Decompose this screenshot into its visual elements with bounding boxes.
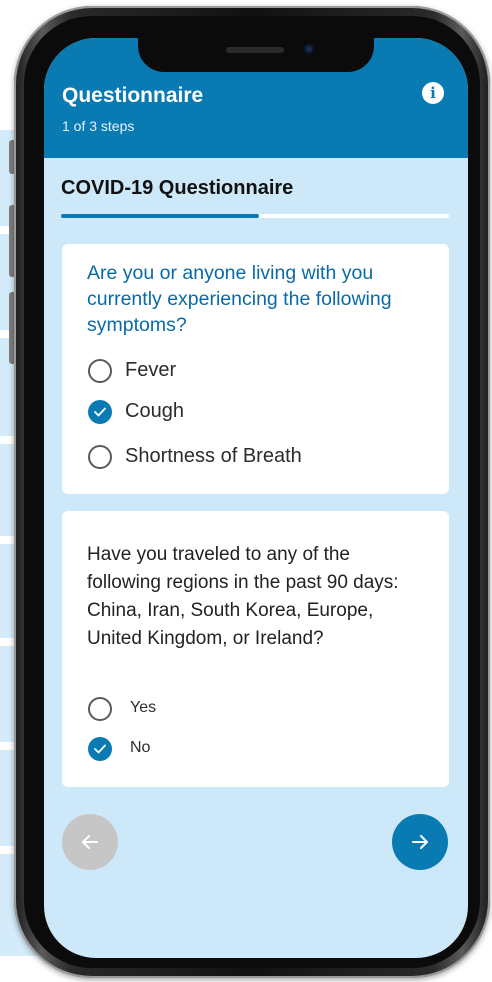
- questionnaire-title: COVID-19 Questionnaire: [61, 177, 294, 199]
- radio-button[interactable]: [88, 697, 112, 721]
- arrow-right-icon: [412, 835, 428, 849]
- phone-notch: [138, 38, 374, 72]
- phone-screen: Questionnaire 1 of 3 steps i COVID-19 Qu…: [44, 38, 468, 958]
- option-label: Fever: [125, 359, 177, 381]
- option-cough[interactable]: Cough: [88, 400, 288, 430]
- radio-button[interactable]: [88, 400, 112, 424]
- option-label: Shortness of Breath: [125, 445, 302, 467]
- checkmark-icon: [94, 744, 106, 754]
- option-no[interactable]: No: [88, 737, 208, 767]
- question-card-symptoms: Are you or anyone living with you curren…: [62, 244, 449, 494]
- progress-bar-fill: [61, 214, 259, 218]
- speaker-grille: [226, 47, 284, 53]
- info-icon[interactable]: i: [422, 82, 444, 104]
- option-fever[interactable]: Fever: [88, 359, 288, 389]
- radio-button[interactable]: [88, 445, 112, 469]
- previous-button[interactable]: [62, 814, 118, 870]
- radio-button[interactable]: [88, 359, 112, 383]
- checkmark-icon: [94, 407, 106, 417]
- question-text: Have you traveled to any of the followin…: [87, 544, 399, 649]
- option-shortness-of-breath[interactable]: Shortness of Breath: [88, 445, 348, 475]
- progress-bar: [61, 214, 449, 218]
- arrow-left-icon: [82, 835, 98, 849]
- question-card-travel: Have you traveled to any of the followin…: [62, 511, 449, 787]
- question-text: Are you or anyone living with you curren…: [87, 262, 392, 336]
- next-button[interactable]: [392, 814, 448, 870]
- step-indicator: 1 of 3 steps: [62, 118, 135, 134]
- option-label: No: [130, 739, 151, 756]
- option-yes[interactable]: Yes: [88, 697, 208, 727]
- option-label: Yes: [130, 699, 157, 716]
- radio-button[interactable]: [88, 737, 112, 761]
- page-title: Questionnaire: [62, 84, 204, 107]
- camera-icon: [304, 44, 314, 54]
- option-label: Cough: [125, 400, 184, 422]
